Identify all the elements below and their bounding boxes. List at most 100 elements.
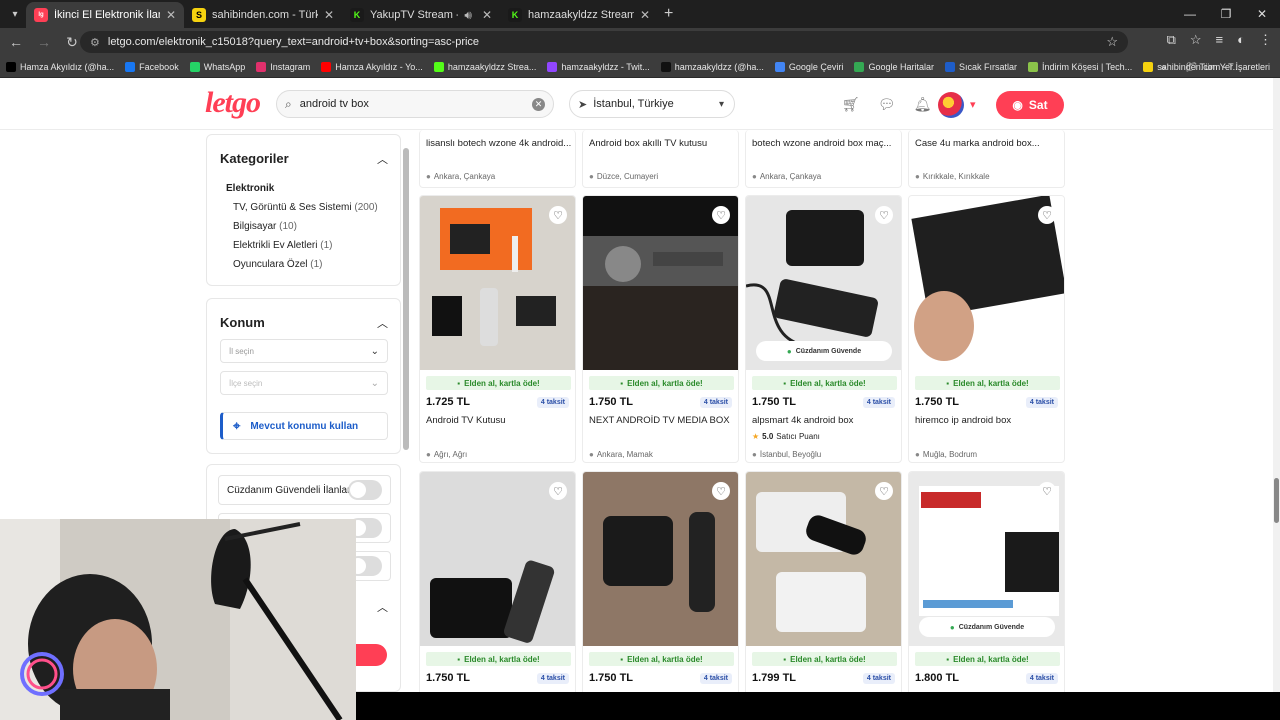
listing-card[interactable]: Case 4u marka android box... ● Kırıkkale, …	[908, 130, 1065, 188]
sidebar-scrollbar[interactable]	[403, 148, 409, 450]
category-item[interactable]: Bilgisayar (10)	[233, 221, 297, 232]
back-icon[interactable]: ←	[4, 30, 28, 54]
sell-button[interactable]: ◉ Sat	[996, 91, 1064, 119]
listing-card[interactable]: Android box akıllı TV kutusu ● Düzce, Cuma…	[582, 130, 739, 188]
listing-card[interactable]: ♡ ▪ Elden al, kartla öde! 1.750 TL 4 taksit h…	[908, 195, 1065, 463]
tab-hamzaakyldzz[interactable]: K hamzaakyldzz Stream - Watch ✕	[500, 2, 658, 28]
bookmark-item[interactable]: Facebook	[125, 61, 179, 72]
location-panel: Konum ︿ İl seçin ⌄ İlçe seçin ⌄ ⌖ Mevcut…	[206, 298, 401, 454]
heart-icon[interactable]: ♡	[712, 482, 730, 500]
bookmark-item[interactable]: Sıcak Fırsatlar	[944, 61, 1017, 72]
browser-tab-bar: ▾ lg İkinci El Elektronik İlanları ve Fi…	[0, 0, 1280, 28]
bookmark-item[interactable]: hamzaakyldzz Strea...	[433, 61, 536, 72]
listing-card[interactable]: ♡ ● Cüzdanım Güvende ▪ Elden al, kartla öde!…	[745, 195, 902, 463]
listing-card[interactable]: ♡ ▪ Elden al, kartla öde! 1.750 TL 4 taksit	[419, 471, 576, 701]
bookmark-item[interactable]: hamzaakyldzz - Twit...	[547, 61, 650, 72]
instagram-icon	[256, 61, 267, 72]
scroll-thumb[interactable]	[1274, 478, 1279, 523]
close-icon[interactable]: ✕	[324, 8, 334, 22]
notification-bell-icon[interactable]: 🔔︎	[914, 96, 932, 113]
tab-search-icon[interactable]: ▾	[4, 3, 26, 25]
search-icon: ⌕	[285, 96, 292, 111]
t-icon	[944, 61, 955, 72]
close-icon[interactable]: ✕	[166, 8, 176, 22]
bookmark-star-icon[interactable]: ☆	[1106, 34, 1118, 50]
youtube-icon	[321, 61, 332, 72]
chevron-up-icon[interactable]: ︿	[377, 151, 388, 167]
category-item[interactable]: TV, Görüntü & Ses Sistemi (200)	[233, 202, 378, 213]
toggle-switch[interactable]	[348, 480, 382, 500]
tab-sahibinden[interactable]: S sahibinden.com - Türkiye'nin Or ✕	[184, 2, 342, 28]
heart-icon[interactable]: ♡	[875, 482, 893, 500]
bookmark-item[interactable]: Google Haritalar	[854, 61, 934, 72]
listing-card[interactable]: botech wzone android box maç... ● Ankara, …	[745, 130, 902, 188]
wallet-filter-toggle[interactable]: Cüzdanım Güvendeli İlanlar	[218, 475, 391, 505]
page-scrollbar[interactable]	[1273, 78, 1280, 692]
chevron-up-icon[interactable]: ︿	[377, 315, 388, 331]
clear-search-icon[interactable]: ✕	[532, 97, 545, 111]
chevron-down-icon[interactable]: ▾	[970, 98, 976, 111]
heart-icon[interactable]: ♡	[1038, 206, 1056, 224]
heart-icon[interactable]: ♡	[549, 206, 567, 224]
heart-icon[interactable]: ♡	[549, 482, 567, 500]
listing-card[interactable]: ♡ ▪ Elden al, kartla öde! 1.725 TL 4 taksit A…	[419, 195, 576, 463]
twitch-icon	[547, 61, 558, 72]
extensions-icon[interactable]: ⧉	[1167, 32, 1176, 48]
media-icon[interactable]: ≡	[1216, 32, 1224, 48]
listing-card[interactable]: ♡ ▪ Elden al, kartla öde! 1.750 TL 4 taksit N…	[582, 195, 739, 463]
district-select[interactable]: İlçe seçin ⌄	[220, 371, 388, 395]
search-input[interactable]: ⌕ android tv box ✕	[276, 90, 554, 118]
bookmark-item[interactable]: Instagram	[256, 61, 310, 72]
category-item[interactable]: Oyunculara Özel (1)	[233, 259, 323, 270]
search-value: android tv box	[299, 98, 369, 110]
close-icon[interactable]: ✕	[640, 8, 650, 22]
close-window-icon[interactable]: ✕	[1244, 0, 1280, 28]
tab-yakuptv[interactable]: K YakupTV Stream - Watch Li 🔊︎ ✕	[342, 2, 500, 28]
cart-icon[interactable]: 🛒︎	[842, 96, 860, 113]
listing-card[interactable]: ♡ ▪ Elden al, kartla öde! 1.750 TL 4 taksit	[582, 471, 739, 701]
bookmarks-icon[interactable]: ☆	[1190, 32, 1202, 48]
map-pin-icon: ●	[589, 172, 594, 181]
audio-icon[interactable]: 🔊︎	[464, 8, 472, 23]
bookmark-item[interactable]: WhatsApp	[189, 61, 245, 72]
menu-icon[interactable]: ⋮	[1259, 32, 1272, 48]
pay-by-card-banner: ▪ Elden al, kartla öde!	[426, 652, 571, 666]
restore-icon[interactable]: ❐	[1208, 0, 1244, 28]
bookmark-item[interactable]: Hamza Akyıldız - Yo...	[321, 61, 423, 72]
chevron-up-icon[interactable]: ︿	[377, 599, 388, 615]
heart-icon[interactable]: ♡	[1038, 482, 1056, 500]
tab-letgo[interactable]: lg İkinci El Elektronik İlanları ve Fiy …	[26, 2, 184, 28]
bookmark-item[interactable]: hamzaakyldzz (@ha...	[660, 61, 764, 72]
tiktok-icon	[660, 61, 671, 72]
bookmark-item[interactable]: Hamza Akyıldız (@ha...	[6, 61, 114, 72]
seller-rating: ★ 5.0 Satıcı Puanı	[752, 432, 820, 441]
new-tab-icon[interactable]: +	[664, 5, 673, 23]
heart-icon[interactable]: ♡	[875, 206, 893, 224]
bookmark-item[interactable]: İndirim Köşesi | Tech...	[1027, 61, 1132, 72]
bookmark-item[interactable]: Google Çeviri	[774, 61, 843, 72]
chevron-right-icon[interactable]: »	[1161, 62, 1166, 72]
category-root[interactable]: Elektronik	[226, 183, 274, 194]
site-info-icon[interactable]: ⚙	[90, 36, 100, 49]
location-selector[interactable]: ➤ İstanbul, Türkiye ▾	[569, 90, 735, 118]
use-current-location-button[interactable]: ⌖ Mevcut konumu kullan	[220, 412, 388, 440]
url-field[interactable]: ⚙ letgo.com/elektronik_c15018?query_text…	[80, 31, 1128, 53]
listing-card[interactable]: lisanslı botech wzone 4k android... ● Anka…	[419, 130, 576, 188]
window-controls: — ❐ ✕	[1172, 0, 1280, 28]
avatar[interactable]	[938, 92, 964, 118]
all-bookmarks[interactable]: 📁︎ Tüm Yer İşaretleri	[1186, 62, 1270, 73]
category-item[interactable]: Elektrikli Ev Aletleri (1)	[233, 240, 332, 251]
heart-icon[interactable]: ♡	[712, 206, 730, 224]
tab-title: İkinci El Elektronik İlanları ve Fiy	[54, 9, 160, 21]
letgo-logo[interactable]: letgo	[205, 86, 261, 120]
minimize-icon[interactable]: —	[1172, 0, 1208, 28]
province-select[interactable]: İl seçin ⌄	[220, 339, 388, 363]
installment-badge: 4 taksit	[536, 397, 569, 408]
forward-icon[interactable]: →	[32, 30, 56, 54]
close-icon[interactable]: ✕	[482, 8, 492, 22]
chat-icon[interactable]: 💬︎	[878, 96, 896, 113]
profile-icon[interactable]: ◐	[1237, 32, 1245, 48]
listing-card[interactable]: ♡ ▪ Elden al, kartla öde! 1.799 TL 4 taksit	[745, 471, 902, 701]
listing-location: ● Ankara, Çankaya	[426, 172, 496, 181]
listing-card[interactable]: ♡ ● Cüzdanım Güvende ▪ Elden al, kartla öde!…	[908, 471, 1065, 701]
